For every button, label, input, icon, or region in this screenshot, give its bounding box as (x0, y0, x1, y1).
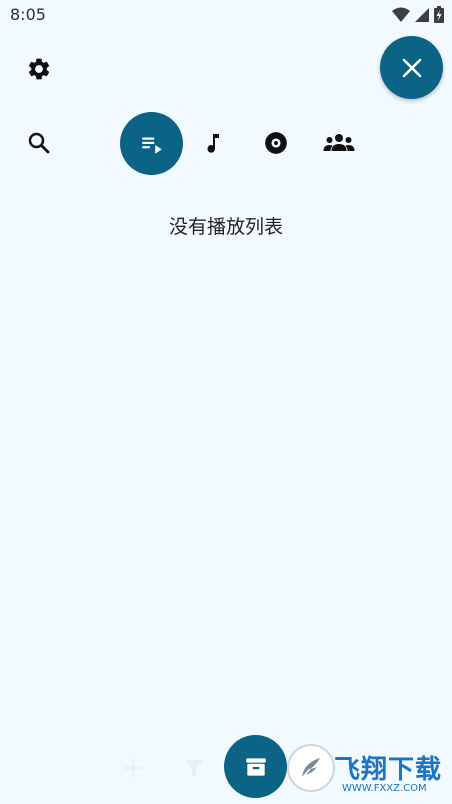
feather-icon (301, 758, 320, 779)
group-icon (323, 134, 355, 151)
wifi-icon (392, 7, 410, 22)
tab-playlists[interactable] (120, 112, 183, 175)
watermark-url: WWW.FXXZ.COM (342, 783, 427, 794)
album-icon (265, 132, 287, 154)
close-icon (402, 58, 421, 77)
status-icons (392, 6, 444, 23)
filter-button[interactable] (174, 748, 214, 788)
empty-state-message: 没有播放列表 (168, 216, 283, 238)
tab-search[interactable] (18, 122, 60, 164)
battery-icon (434, 6, 444, 23)
add-button[interactable] (113, 748, 153, 788)
watermark-text: 飞翔下载 (334, 755, 443, 785)
status-time: 8:05 (10, 5, 46, 24)
watermark-logo (287, 744, 335, 792)
playlist-play-icon (141, 137, 162, 154)
music-note-icon (207, 134, 219, 153)
plus-icon (124, 759, 142, 777)
tab-songs[interactable] (192, 122, 234, 164)
tab-artists[interactable] (318, 122, 360, 164)
signal-icon (415, 7, 429, 22)
filter-icon (185, 760, 203, 776)
gear-icon (28, 58, 50, 80)
archive-icon (245, 757, 266, 776)
tab-albums[interactable] (255, 122, 297, 164)
search-icon (28, 132, 50, 154)
close-button[interactable] (380, 36, 443, 99)
archive-button[interactable] (224, 735, 287, 798)
settings-button[interactable] (18, 48, 60, 90)
